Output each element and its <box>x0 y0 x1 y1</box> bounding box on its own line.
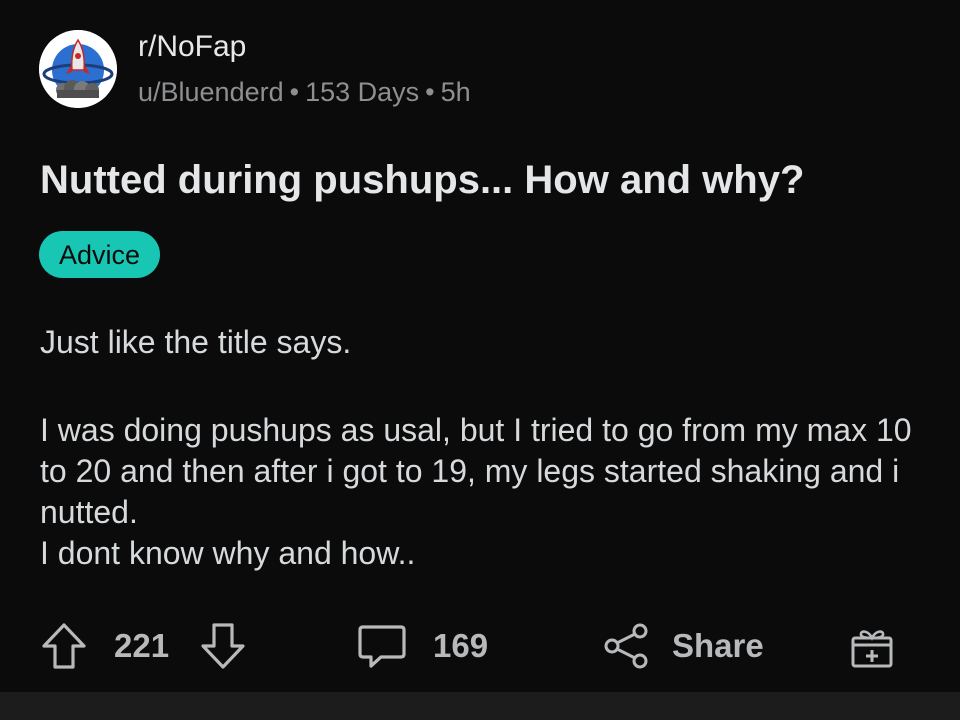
bottom-strip <box>0 692 960 720</box>
arrow-down-icon <box>199 621 247 671</box>
share-label: Share <box>672 627 764 664</box>
comment-count: 169 <box>433 627 489 664</box>
gift-icon <box>848 622 896 670</box>
downvote-button[interactable] <box>199 614 247 678</box>
subreddit-avatar[interactable] <box>39 30 117 108</box>
comment-icon <box>357 622 407 670</box>
share-icon <box>602 622 650 670</box>
score-label: 221 <box>114 627 170 664</box>
body-paragraph: I dont know why and how.. <box>40 535 416 571</box>
arrow-up-icon <box>40 621 88 671</box>
user-flair-days: 153 Days <box>305 77 420 107</box>
subreddit-name[interactable]: r/NoFap <box>138 30 246 64</box>
post-body: Just like the title says. I was doing pu… <box>40 322 920 574</box>
action-bar: 221 169 Share <box>0 614 960 678</box>
separator-dot: • <box>425 77 435 107</box>
vote-score: 221 <box>114 614 169 678</box>
post-flair-badge[interactable]: Advice <box>39 231 161 278</box>
award-button[interactable] <box>848 614 896 678</box>
post-meta: u/Bluenderd • 153 Days • 5h <box>138 77 471 108</box>
post-card: r/NoFap u/Bluenderd • 153 Days • 5h Nutted d… <box>0 0 960 692</box>
share-button[interactable]: Share <box>602 614 764 678</box>
post-title[interactable]: Nutted during pushups... How and why? <box>40 158 804 203</box>
separator-dot: • <box>289 77 300 107</box>
body-paragraph: Just like the title says. <box>40 324 352 360</box>
comments-button[interactable]: 169 <box>357 614 488 678</box>
rocket-logo-icon <box>39 30 117 108</box>
body-paragraph: I was doing pushups as usal, but I tried… <box>40 412 912 530</box>
username[interactable]: u/Bluenderd <box>138 77 284 107</box>
post-age: 5h <box>440 77 471 107</box>
upvote-button[interactable] <box>40 614 88 678</box>
